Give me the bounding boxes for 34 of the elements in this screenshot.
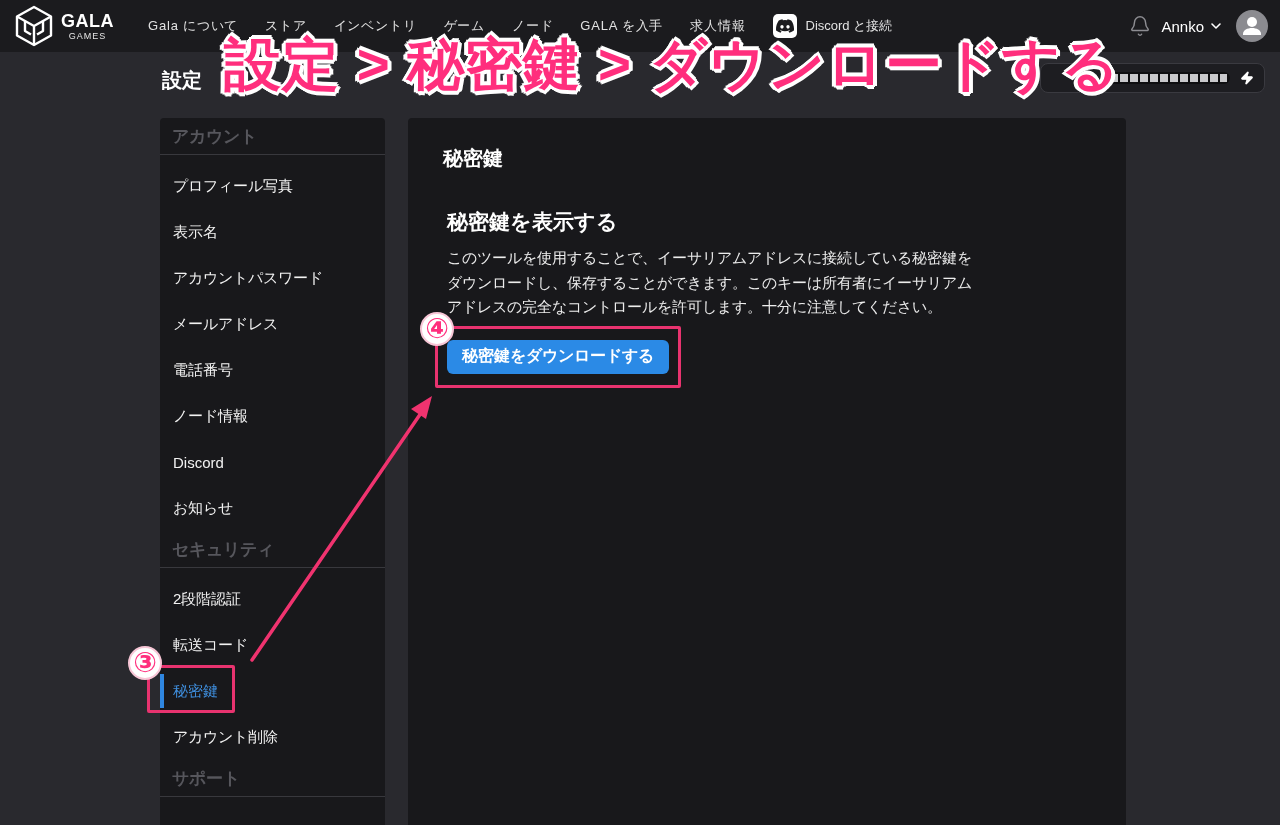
sidebar-item[interactable]: 電話番号 (160, 347, 385, 393)
sidebar-item[interactable]: プロフィール写真 (160, 163, 385, 209)
nav-link[interactable]: GALA を入手 (580, 17, 664, 35)
page-title: 設定 (162, 67, 202, 93)
download-key-button[interactable]: 秘密鍵をダウンロードする (447, 339, 669, 374)
nav-link[interactable]: 求人情報 (690, 17, 746, 35)
sidebar-item[interactable]: アカウントパスワード (160, 255, 385, 301)
sidebar-item[interactable]: アカウント削除 (160, 714, 385, 760)
discord-icon (772, 14, 797, 38)
nav-link[interactable]: Gala について (148, 17, 239, 35)
nav-link[interactable]: インベントリ (333, 17, 417, 35)
avatar-icon[interactable] (1236, 10, 1268, 42)
lightning-icon (1240, 71, 1254, 85)
sidebar-item[interactable]: 転送コード (160, 622, 385, 668)
sidebar-item[interactable]: Discord (160, 439, 385, 485)
sidebar-item[interactable]: 表示名 (160, 209, 385, 255)
sidebar-item[interactable]: 2段階認証 (160, 576, 385, 622)
sidebar-section-heading: サポート (160, 760, 385, 797)
sidebar-section-heading: セキュリティ (160, 531, 385, 568)
sidebar-item[interactable]: 秘密鍵 (160, 668, 385, 714)
sidebar-item[interactable]: メールアドレス (160, 301, 385, 347)
section-title: 秘密鍵を表示する (447, 209, 619, 235)
step-marker: ③ (128, 646, 162, 680)
sidebar-section-heading: アカウント (160, 118, 385, 155)
sidebar-item[interactable]: ノード情報 (160, 393, 385, 439)
notification-bell-icon[interactable] (1129, 15, 1152, 37)
nav-link[interactable]: ゲーム (443, 17, 485, 35)
nav-link[interactable]: ノード (511, 17, 554, 35)
user-menu-button[interactable]: Annko (1161, 17, 1224, 35)
cube-logo-icon (14, 5, 54, 47)
logo-tagline: GAMES (68, 31, 107, 41)
panel-title: 秘密鍵 (443, 146, 504, 170)
sidebar-item[interactable]: お知らせ (160, 485, 385, 531)
logo-name: GALA (61, 11, 114, 30)
